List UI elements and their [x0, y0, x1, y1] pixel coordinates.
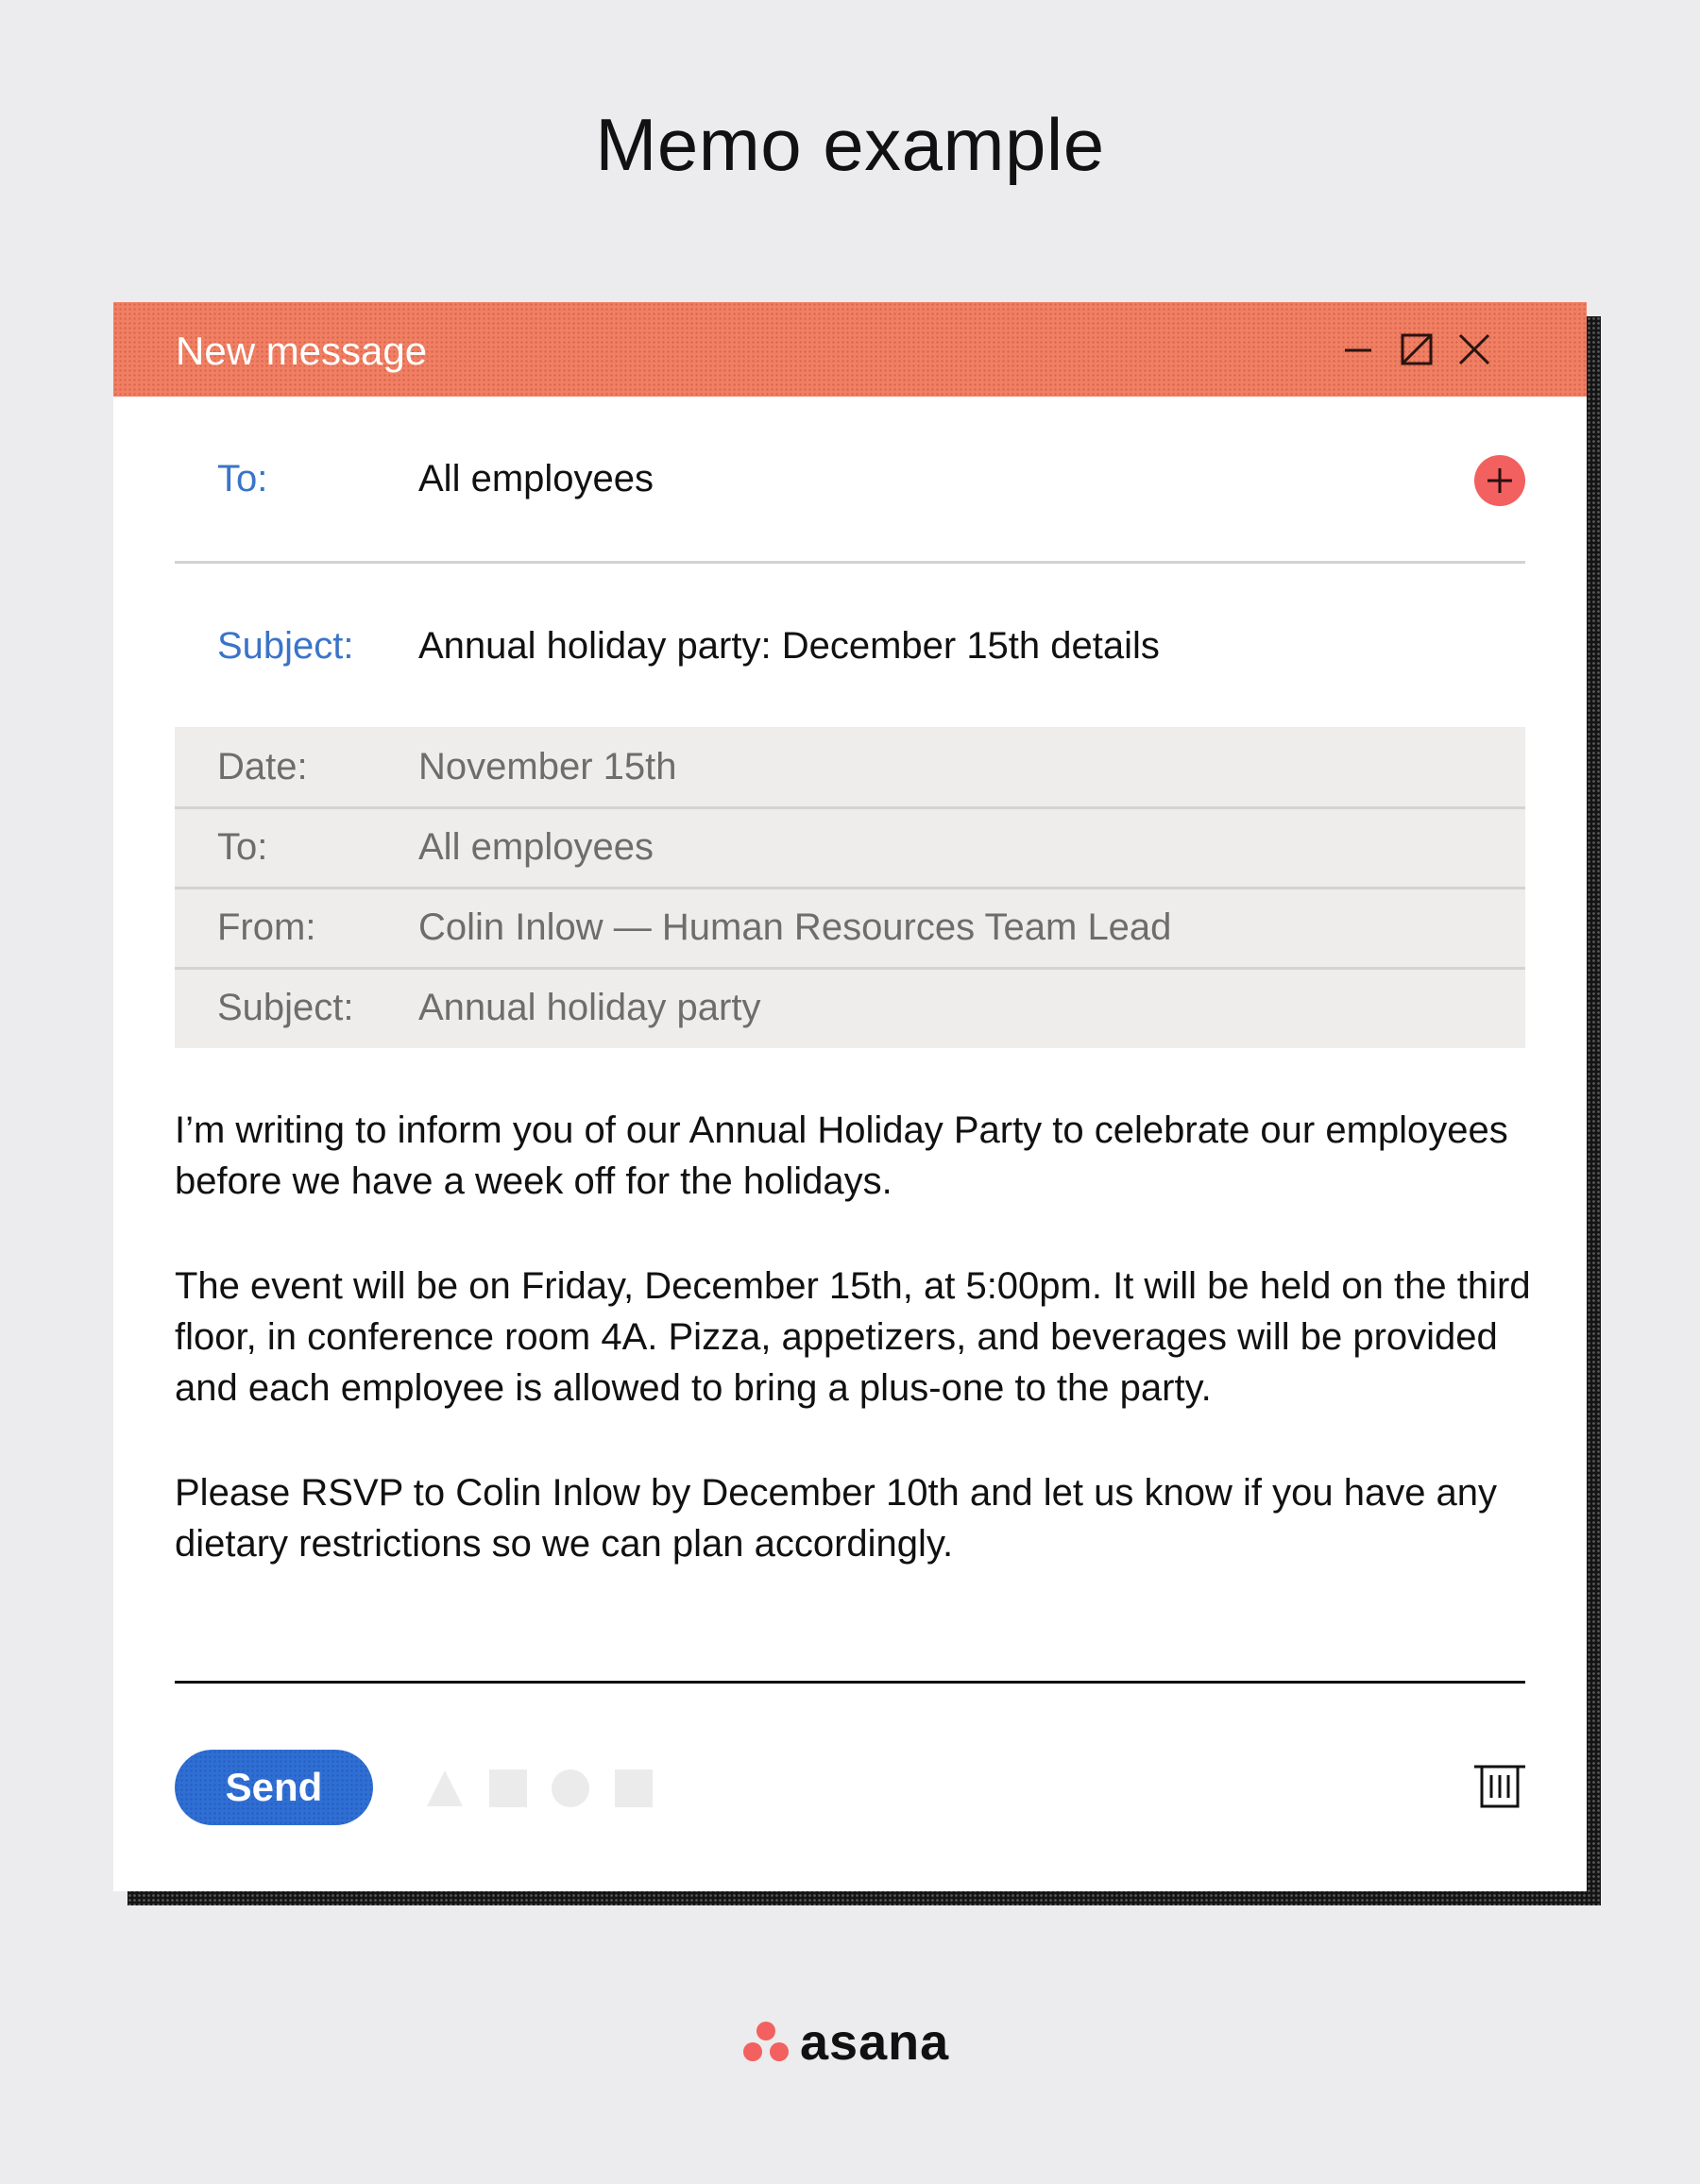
subject-label: Subject:: [217, 625, 354, 667]
body-paragraph: I’m writing to inform you of our Annual …: [175, 1109, 1508, 1202]
brand-wordmark: asana: [800, 2014, 950, 2071]
add-recipient-button[interactable]: [1474, 455, 1525, 506]
memo-header-label: Subject:: [217, 987, 354, 1028]
asana-logo-icon: [741, 2021, 790, 2064]
to-field[interactable]: All employees: [418, 458, 654, 500]
maximize-icon: [1401, 333, 1433, 365]
memo-header-row-date: Date: November 15th: [175, 727, 1525, 807]
circle-icon: [552, 1769, 589, 1807]
delete-button[interactable]: [1473, 1763, 1526, 1810]
close-icon: [1458, 333, 1490, 365]
subject-field[interactable]: Annual holiday party: December 15th deta…: [418, 625, 1160, 668]
triangle-icon: [427, 1770, 463, 1806]
send-button[interactable]: Send: [175, 1750, 373, 1825]
format-triangle-button[interactable]: [425, 1769, 465, 1808]
close-button[interactable]: [1457, 332, 1491, 366]
brand-logo: asana: [741, 2014, 950, 2071]
square-icon: [489, 1769, 527, 1807]
memo-header-value: Colin Inlow — Human Resources Team Lead: [418, 906, 1172, 948]
window-header: New message: [113, 302, 1587, 397]
field-divider: [175, 561, 1525, 564]
maximize-button[interactable]: [1400, 332, 1434, 366]
format-circle-button[interactable]: [551, 1769, 590, 1808]
memo-header-label: From:: [217, 906, 316, 948]
memo-header-value: November 15th: [418, 746, 677, 787]
to-label: To:: [217, 458, 268, 499]
trash-icon: [1474, 1765, 1525, 1808]
plus-icon: [1488, 468, 1512, 493]
memo-header-value: Annual holiday party: [418, 987, 761, 1028]
memo-header-label: To:: [217, 826, 268, 868]
message-body[interactable]: I’m writing to inform you of our Annual …: [175, 1105, 1535, 1623]
format-square-button-2[interactable]: [614, 1769, 654, 1808]
page-title: Memo example: [595, 103, 1105, 186]
format-square-button[interactable]: [488, 1769, 528, 1808]
memo-header-table: Date: November 15th To: All employees Fr…: [175, 727, 1525, 1048]
minimize-button[interactable]: [1341, 332, 1375, 366]
window-title: New message: [176, 329, 428, 373]
memo-header-row-from: From: Colin Inlow — Human Resources Team…: [175, 888, 1525, 968]
memo-header-label: Date:: [217, 746, 308, 787]
body-paragraph: Please RSVP to Colin Inlow by December 1…: [175, 1472, 1498, 1565]
memo-header-row-subject: Subject: Annual holiday party: [175, 968, 1525, 1048]
body-footer-divider: [175, 1681, 1525, 1684]
square-icon: [615, 1769, 653, 1807]
body-paragraph: The event will be on Friday, December 15…: [175, 1265, 1531, 1409]
compose-window: New message To: All employees Subject: A…: [113, 302, 1587, 1891]
minimize-icon: [1345, 348, 1371, 352]
memo-header-value: All employees: [418, 826, 654, 868]
memo-header-row-to: To: All employees: [175, 807, 1525, 888]
